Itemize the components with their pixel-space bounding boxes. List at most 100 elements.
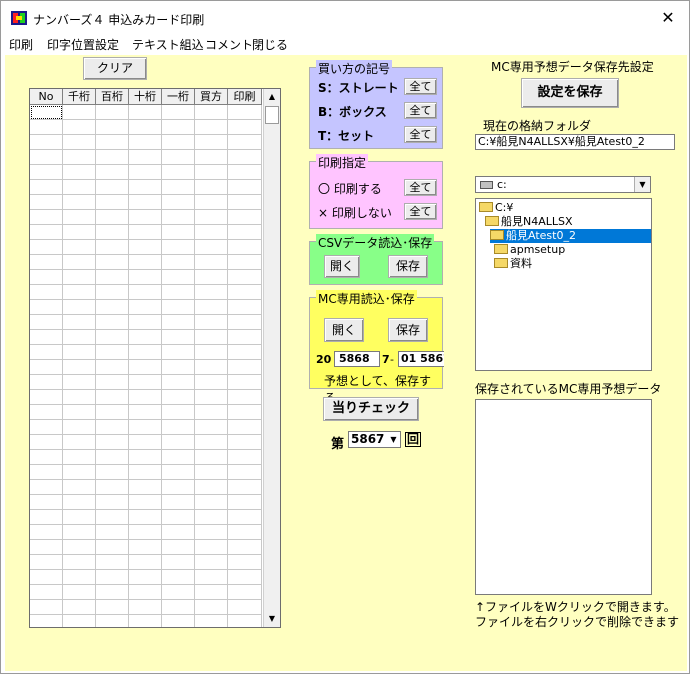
table-row[interactable] <box>30 345 262 360</box>
table-cell[interactable] <box>195 570 228 585</box>
table-cell[interactable] <box>228 450 262 465</box>
table-cell[interactable] <box>228 435 262 450</box>
table-cell[interactable] <box>228 555 262 570</box>
table-cell[interactable] <box>228 390 262 405</box>
table-cell[interactable] <box>162 465 195 480</box>
table-row[interactable] <box>30 510 262 525</box>
table-cell[interactable] <box>129 165 162 180</box>
table-cell[interactable] <box>162 105 195 120</box>
table-cell[interactable] <box>195 540 228 555</box>
table-cell[interactable] <box>96 270 129 285</box>
numbers-grid[interactable]: No 千桁 百桁 十桁 一桁 買方 印刷 ▲ ▼ <box>29 88 281 628</box>
table-cell[interactable] <box>63 435 96 450</box>
table-cell[interactable] <box>129 300 162 315</box>
table-cell[interactable] <box>129 150 162 165</box>
table-cell[interactable] <box>96 345 129 360</box>
csv-save-button[interactable]: 保存 <box>388 255 428 278</box>
table-cell[interactable] <box>96 195 129 210</box>
table-cell[interactable] <box>96 150 129 165</box>
table-cell[interactable] <box>30 450 63 465</box>
csv-open-button[interactable]: 開く <box>324 255 360 278</box>
tree-item-docs[interactable]: 資料 <box>494 257 532 271</box>
table-cell[interactable] <box>30 525 63 540</box>
table-cell[interactable] <box>30 405 63 420</box>
table-cell[interactable] <box>96 375 129 390</box>
table-cell[interactable] <box>63 540 96 555</box>
table-cell[interactable] <box>96 510 129 525</box>
table-cell[interactable] <box>195 240 228 255</box>
table-cell[interactable] <box>30 270 63 285</box>
table-cell[interactable] <box>195 390 228 405</box>
table-cell[interactable] <box>195 105 228 120</box>
table-cell[interactable] <box>195 255 228 270</box>
table-cell[interactable] <box>63 240 96 255</box>
table-cell[interactable] <box>63 255 96 270</box>
table-cell[interactable] <box>162 405 195 420</box>
table-cell[interactable] <box>228 465 262 480</box>
table-cell[interactable] <box>228 285 262 300</box>
table-cell[interactable] <box>63 360 96 375</box>
scroll-up-icon[interactable]: ▲ <box>264 89 280 105</box>
clear-button[interactable]: クリア <box>83 57 147 80</box>
table-cell[interactable] <box>63 270 96 285</box>
table-cell[interactable] <box>129 525 162 540</box>
table-row[interactable] <box>30 165 262 180</box>
close-icon[interactable]: ✕ <box>657 7 679 29</box>
table-cell[interactable] <box>195 585 228 600</box>
table-cell[interactable] <box>96 525 129 540</box>
table-cell[interactable] <box>228 405 262 420</box>
table-cell[interactable] <box>162 165 195 180</box>
table-cell[interactable] <box>228 165 262 180</box>
table-cell[interactable] <box>129 600 162 615</box>
table-row[interactable] <box>30 540 262 555</box>
table-row[interactable] <box>30 405 262 420</box>
table-cell[interactable] <box>96 615 129 627</box>
table-cell[interactable] <box>96 210 129 225</box>
table-row[interactable] <box>30 255 262 270</box>
table-cell[interactable] <box>96 300 129 315</box>
menu-print-position[interactable]: 印字位置設定 <box>47 36 119 53</box>
table-cell[interactable] <box>96 435 129 450</box>
table-cell[interactable] <box>162 585 195 600</box>
table-cell[interactable] <box>195 210 228 225</box>
table-cell[interactable] <box>228 120 262 135</box>
table-cell[interactable] <box>96 540 129 555</box>
table-cell[interactable] <box>96 255 129 270</box>
table-cell[interactable] <box>195 600 228 615</box>
table-row[interactable] <box>30 600 262 615</box>
table-cell[interactable] <box>96 105 129 120</box>
table-cell[interactable] <box>63 120 96 135</box>
table-cell[interactable] <box>63 135 96 150</box>
table-cell[interactable] <box>195 195 228 210</box>
table-cell[interactable] <box>63 150 96 165</box>
table-cell[interactable] <box>228 510 262 525</box>
hit-check-button[interactable]: 当りチェック <box>323 397 419 421</box>
menu-text-embed[interactable]: テキスト組込 <box>132 36 204 53</box>
table-cell[interactable] <box>162 315 195 330</box>
table-cell[interactable] <box>129 195 162 210</box>
table-cell[interactable] <box>63 105 96 120</box>
table-cell[interactable] <box>63 525 96 540</box>
table-row[interactable] <box>30 555 262 570</box>
current-folder-field[interactable]: C:¥船見N4ALLSX¥船見Atest0_2 <box>475 134 675 150</box>
table-row[interactable] <box>30 225 262 240</box>
folder-tree[interactable]: C:¥ 船見N4ALLSX 船見Atest0_2 apmsetup 資料 <box>475 198 652 371</box>
table-cell[interactable] <box>96 240 129 255</box>
table-cell[interactable] <box>162 135 195 150</box>
table-cell[interactable] <box>129 330 162 345</box>
table-row[interactable] <box>30 330 262 345</box>
table-cell[interactable] <box>228 615 262 627</box>
tree-item-apmsetup[interactable]: apmsetup <box>494 243 565 257</box>
table-cell[interactable] <box>162 510 195 525</box>
table-cell[interactable] <box>228 180 262 195</box>
table-cell[interactable] <box>162 255 195 270</box>
table-cell[interactable] <box>228 540 262 555</box>
table-cell[interactable] <box>228 315 262 330</box>
table-cell[interactable] <box>162 375 195 390</box>
table-row[interactable] <box>30 270 262 285</box>
table-cell[interactable] <box>228 330 262 345</box>
table-cell[interactable] <box>96 165 129 180</box>
save-settings-button[interactable]: 設定を保存 <box>521 78 619 108</box>
buy-set-all-button[interactable]: 全て <box>404 126 437 143</box>
table-cell[interactable] <box>228 525 262 540</box>
